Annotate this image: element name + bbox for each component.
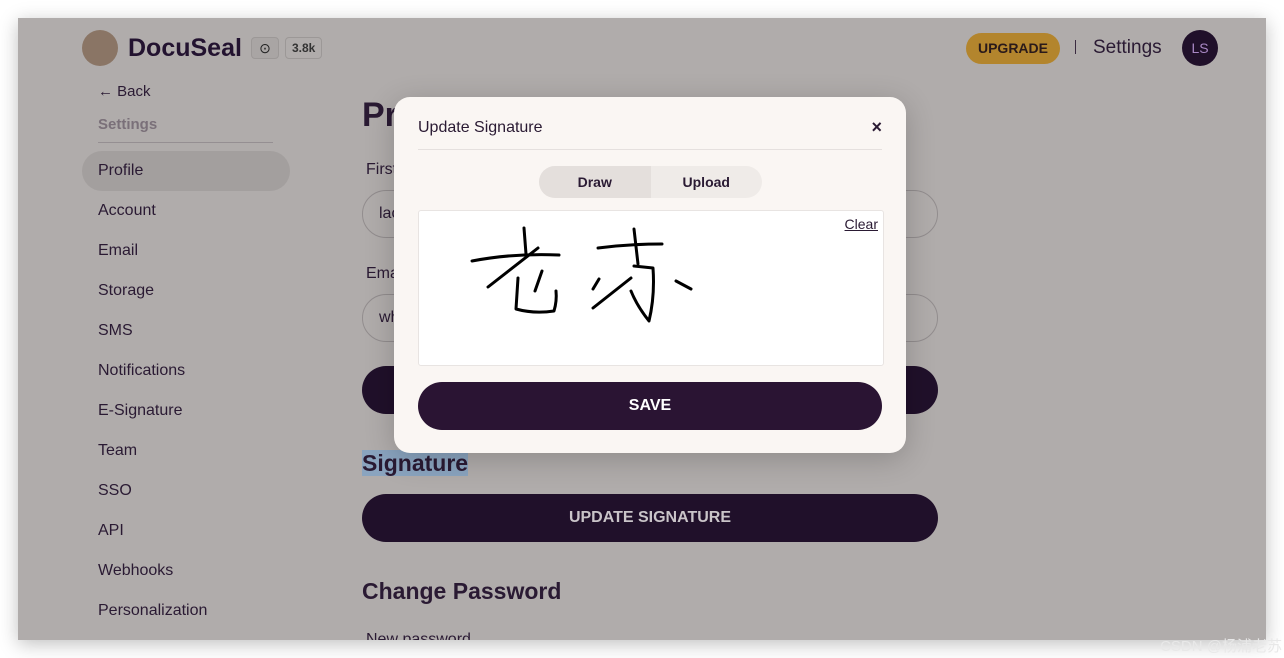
divider bbox=[418, 149, 882, 150]
github-icon[interactable]: ⊙ bbox=[251, 37, 279, 59]
back-link[interactable]: ← Back bbox=[98, 83, 151, 100]
sidebar-nav: Profile Account Email Storage SMS Notifi… bbox=[82, 151, 290, 631]
signature-heading: Signature bbox=[362, 450, 469, 476]
signature-canvas[interactable]: Clear bbox=[418, 210, 884, 366]
settings-link[interactable]: Settings bbox=[1093, 37, 1162, 59]
sidebar-item-webhooks[interactable]: Webhooks bbox=[82, 551, 290, 591]
clear-link[interactable]: Clear bbox=[845, 216, 878, 232]
divider bbox=[1075, 40, 1076, 54]
sidebar-item-personalization[interactable]: Personalization bbox=[82, 591, 290, 631]
modal-title: Update Signature bbox=[418, 119, 543, 136]
sidebar-item-email[interactable]: Email bbox=[82, 231, 290, 271]
sidebar-section-title: Settings bbox=[98, 116, 158, 133]
update-signature-modal: Update Signature × Draw Upload Clear SAV… bbox=[394, 97, 906, 453]
watermark: CSDN @杨浦老苏 bbox=[1160, 638, 1282, 655]
save-button[interactable]: SAVE bbox=[418, 382, 882, 430]
sidebar-item-e-signature[interactable]: E-Signature bbox=[82, 391, 290, 431]
sidebar-item-sso[interactable]: SSO bbox=[82, 471, 290, 511]
sidebar-item-notifications[interactable]: Notifications bbox=[82, 351, 290, 391]
sidebar-item-profile[interactable]: Profile bbox=[82, 151, 290, 191]
sidebar-item-sms[interactable]: SMS bbox=[82, 311, 290, 351]
brand-name[interactable]: DocuSeal bbox=[128, 34, 242, 63]
change-password-heading: Change Password bbox=[362, 578, 562, 604]
signature-drawing bbox=[470, 226, 693, 323]
sidebar-item-account[interactable]: Account bbox=[82, 191, 290, 231]
sidebar-item-team[interactable]: Team bbox=[82, 431, 290, 471]
signature-tabs: Draw Upload bbox=[539, 166, 762, 198]
tab-upload[interactable]: Upload bbox=[651, 166, 763, 198]
upgrade-button[interactable]: UPGRADE bbox=[966, 33, 1060, 64]
avatar[interactable]: LS bbox=[1182, 30, 1218, 66]
new-password-label: New password bbox=[366, 631, 471, 640]
sidebar-item-api[interactable]: API bbox=[82, 511, 290, 551]
sidebar-item-storage[interactable]: Storage bbox=[82, 271, 290, 311]
divider bbox=[98, 142, 273, 143]
update-signature-button[interactable]: UPDATE SIGNATURE bbox=[362, 494, 938, 542]
close-icon[interactable]: × bbox=[871, 117, 882, 138]
tab-draw[interactable]: Draw bbox=[539, 166, 651, 198]
github-stars[interactable]: 3.8k bbox=[285, 37, 323, 59]
seal-logo-icon bbox=[82, 30, 118, 66]
